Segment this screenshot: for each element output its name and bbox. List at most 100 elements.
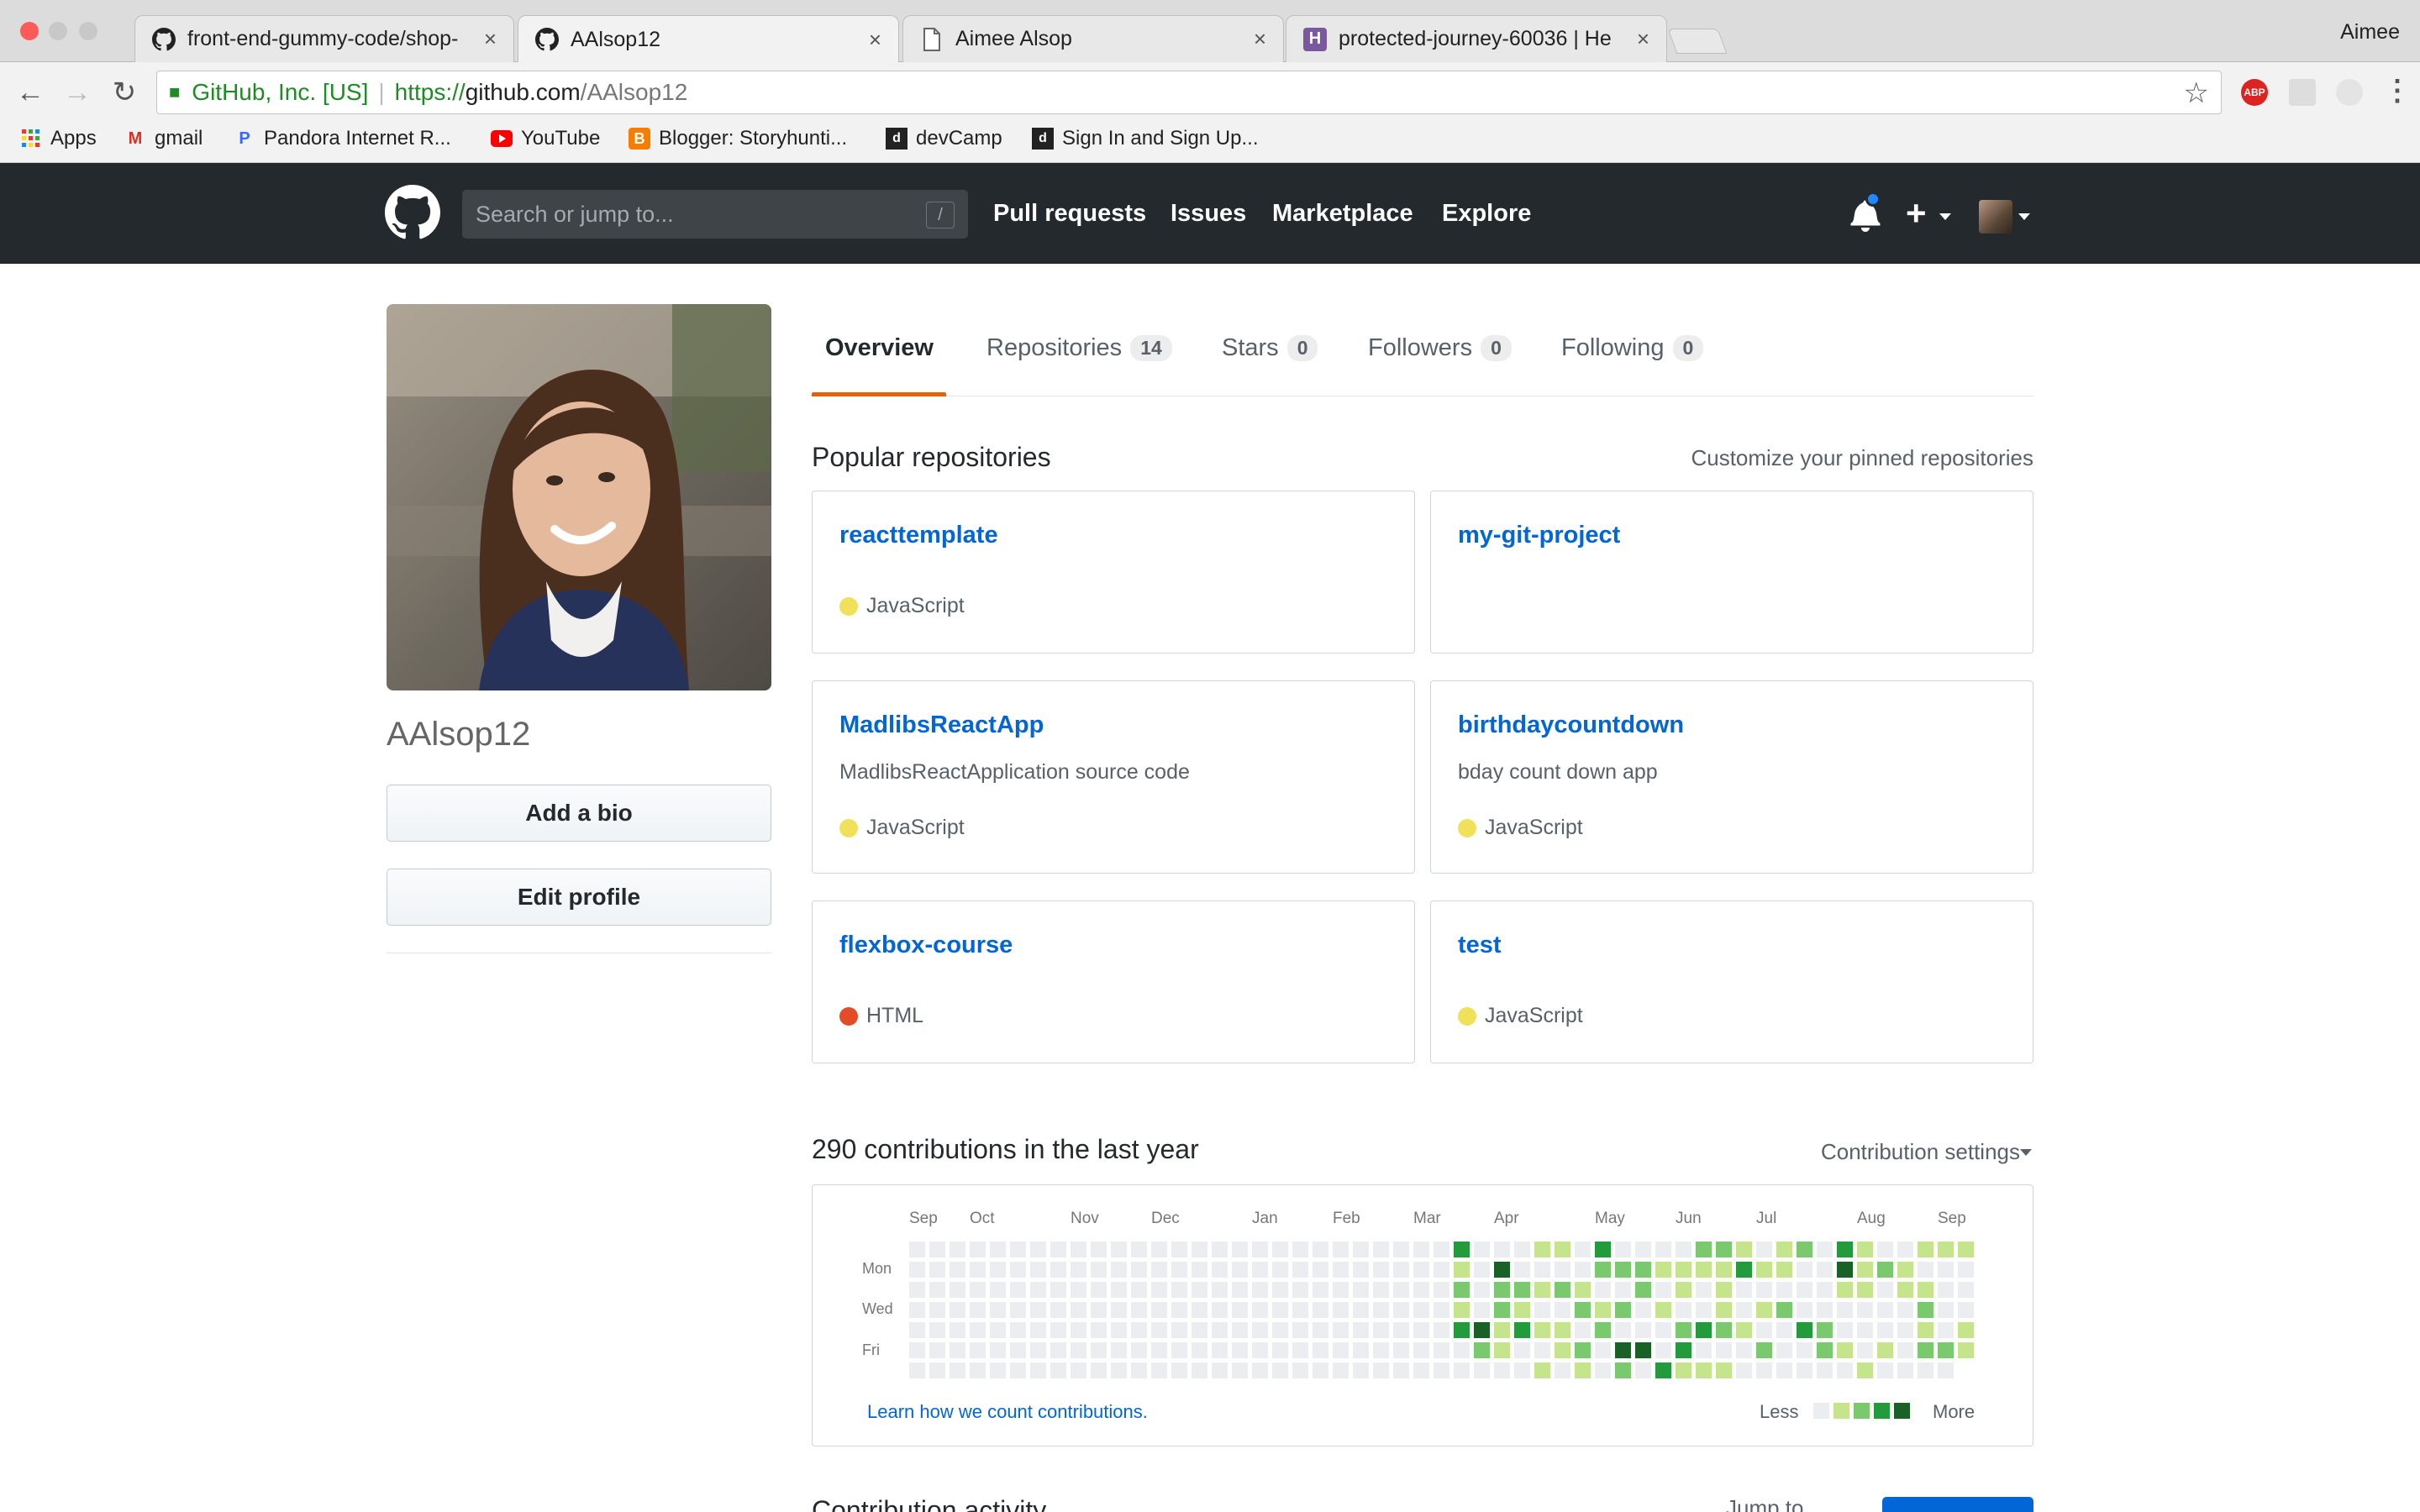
- contribution-settings-dropdown[interactable]: Contribution settings: [1821, 1139, 2020, 1165]
- contribution-day-cell[interactable]: [1393, 1262, 1409, 1278]
- back-arrow-icon[interactable]: ←: [12, 74, 49, 111]
- contribution-day-cell[interactable]: [1897, 1322, 1913, 1338]
- contribution-day-cell[interactable]: [1131, 1342, 1147, 1358]
- contribution-day-cell[interactable]: [1776, 1322, 1792, 1338]
- contribution-day-cell[interactable]: [1897, 1242, 1913, 1257]
- contribution-day-cell[interactable]: [1050, 1302, 1066, 1318]
- contribution-day-cell[interactable]: [1192, 1242, 1207, 1257]
- contribution-day-cell[interactable]: [1313, 1282, 1328, 1298]
- contribution-day-cell[interactable]: [1938, 1322, 1954, 1338]
- contribution-day-cell[interactable]: [1555, 1242, 1570, 1257]
- contribution-day-cell[interactable]: [1393, 1242, 1409, 1257]
- contribution-day-cell[interactable]: [950, 1302, 965, 1318]
- contribution-day-cell[interactable]: [1272, 1262, 1288, 1278]
- contribution-day-cell[interactable]: [1292, 1242, 1308, 1257]
- contribution-day-cell[interactable]: [1474, 1282, 1490, 1298]
- contribution-day-cell[interactable]: [1313, 1262, 1328, 1278]
- contribution-day-cell[interactable]: [990, 1302, 1006, 1318]
- contribution-day-cell[interactable]: [1736, 1282, 1752, 1298]
- learn-contributions-link[interactable]: Learn how we count contributions.: [867, 1401, 1148, 1423]
- nav-issues[interactable]: Issues: [1171, 200, 1246, 228]
- contribution-day-cell[interactable]: [1171, 1342, 1187, 1358]
- contribution-day-cell[interactable]: [929, 1362, 945, 1378]
- contribution-day-cell[interactable]: [1212, 1302, 1228, 1318]
- contribution-day-cell[interactable]: [1393, 1362, 1409, 1378]
- contribution-day-cell[interactable]: [1353, 1242, 1369, 1257]
- contribution-day-cell[interactable]: [1252, 1342, 1268, 1358]
- contribution-day-cell[interactable]: [1232, 1242, 1248, 1257]
- contribution-day-cell[interactable]: [1232, 1262, 1248, 1278]
- contribution-day-cell[interactable]: [1635, 1282, 1651, 1298]
- contribution-day-cell[interactable]: [1454, 1242, 1470, 1257]
- contribution-day-cell[interactable]: [1918, 1262, 1933, 1278]
- contribution-day-cell[interactable]: [1716, 1302, 1732, 1318]
- contribution-day-cell[interactable]: [1615, 1282, 1631, 1298]
- contribution-day-cell[interactable]: [1575, 1342, 1591, 1358]
- contribution-day-cell[interactable]: [1575, 1362, 1591, 1378]
- contribution-day-cell[interactable]: [1171, 1362, 1187, 1378]
- contribution-day-cell[interactable]: [909, 1362, 925, 1378]
- nav-explore[interactable]: Explore: [1442, 200, 1531, 228]
- contribution-day-cell[interactable]: [929, 1322, 945, 1338]
- contribution-day-cell[interactable]: [1555, 1342, 1570, 1358]
- contribution-day-cell[interactable]: [1736, 1242, 1752, 1257]
- contribution-day-cell[interactable]: [1877, 1322, 1893, 1338]
- repo-link[interactable]: birthdaycountdown: [1458, 711, 1684, 739]
- contribution-day-cell[interactable]: [1413, 1302, 1429, 1318]
- contribution-day-cell[interactable]: [1575, 1262, 1591, 1278]
- contribution-day-cell[interactable]: [1494, 1282, 1510, 1298]
- contribution-day-cell[interactable]: [1615, 1322, 1631, 1338]
- bookmark-youtube[interactable]: YouTube: [491, 124, 600, 153]
- contribution-day-cell[interactable]: [990, 1362, 1006, 1378]
- contribution-day-cell[interactable]: [1111, 1342, 1127, 1358]
- contribution-day-cell[interactable]: [1918, 1362, 1933, 1378]
- bookmark-blogger[interactable]: B Blogger: Storyhunti...: [629, 124, 847, 153]
- contribution-day-cell[interactable]: [1877, 1362, 1893, 1378]
- contribution-day-cell[interactable]: [970, 1342, 986, 1358]
- contribution-day-cell[interactable]: [1676, 1302, 1691, 1318]
- contribution-day-cell[interactable]: [1333, 1262, 1349, 1278]
- contribution-day-cell[interactable]: [1272, 1302, 1288, 1318]
- contribution-day-cell[interactable]: [1857, 1342, 1873, 1358]
- contribution-day-cell[interactable]: [1071, 1322, 1086, 1338]
- contribution-day-cell[interactable]: [1595, 1242, 1611, 1257]
- contribution-day-cell[interactable]: [1555, 1262, 1570, 1278]
- contribution-day-cell[interactable]: [1857, 1302, 1873, 1318]
- contribution-day-cell[interactable]: [1635, 1262, 1651, 1278]
- contribution-day-cell[interactable]: [1958, 1342, 1974, 1358]
- contribution-day-cell[interactable]: [1958, 1242, 1974, 1257]
- contribution-day-cell[interactable]: [1151, 1362, 1167, 1378]
- contribution-day-cell[interactable]: [1454, 1342, 1470, 1358]
- contribution-day-cell[interactable]: [950, 1342, 965, 1358]
- contribution-day-cell[interactable]: [1171, 1262, 1187, 1278]
- contribution-day-cell[interactable]: [929, 1242, 945, 1257]
- contribution-day-cell[interactable]: [1837, 1282, 1853, 1298]
- contribution-day-cell[interactable]: [990, 1342, 1006, 1358]
- contribution-day-cell[interactable]: [1252, 1242, 1268, 1257]
- contribution-day-cell[interactable]: [1252, 1302, 1268, 1318]
- contribution-day-cell[interactable]: [1615, 1362, 1631, 1378]
- contribution-day-cell[interactable]: [1393, 1322, 1409, 1338]
- close-icon[interactable]: ×: [1637, 26, 1649, 52]
- contribution-day-cell[interactable]: [1797, 1362, 1812, 1378]
- chevron-down-icon[interactable]: [2020, 1149, 2032, 1156]
- chrome-profile-name[interactable]: Aimee: [2340, 20, 2400, 45]
- contribution-day-cell[interactable]: [1938, 1282, 1954, 1298]
- contribution-day-cell[interactable]: [1534, 1262, 1550, 1278]
- bookmark-pandora[interactable]: P Pandora Internet R...: [234, 124, 450, 153]
- contribution-day-cell[interactable]: [1171, 1322, 1187, 1338]
- contribution-day-cell[interactable]: [1897, 1362, 1913, 1378]
- contribution-day-cell[interactable]: [1091, 1362, 1107, 1378]
- contribution-day-cell[interactable]: [1797, 1282, 1812, 1298]
- contribution-day-cell[interactable]: [1413, 1342, 1429, 1358]
- contribution-day-cell[interactable]: [1393, 1282, 1409, 1298]
- tab-overview[interactable]: Overview: [825, 334, 934, 362]
- contribution-day-cell[interactable]: [1434, 1322, 1449, 1338]
- forward-arrow-icon[interactable]: →: [59, 74, 96, 111]
- contribution-day-cell[interactable]: [1837, 1322, 1853, 1338]
- contribution-day-cell[interactable]: [1938, 1362, 1954, 1378]
- contribution-day-cell[interactable]: [950, 1262, 965, 1278]
- contribution-day-cell[interactable]: [1635, 1342, 1651, 1358]
- contribution-day-cell[interactable]: [1474, 1322, 1490, 1338]
- contribution-day-cell[interactable]: [1514, 1342, 1530, 1358]
